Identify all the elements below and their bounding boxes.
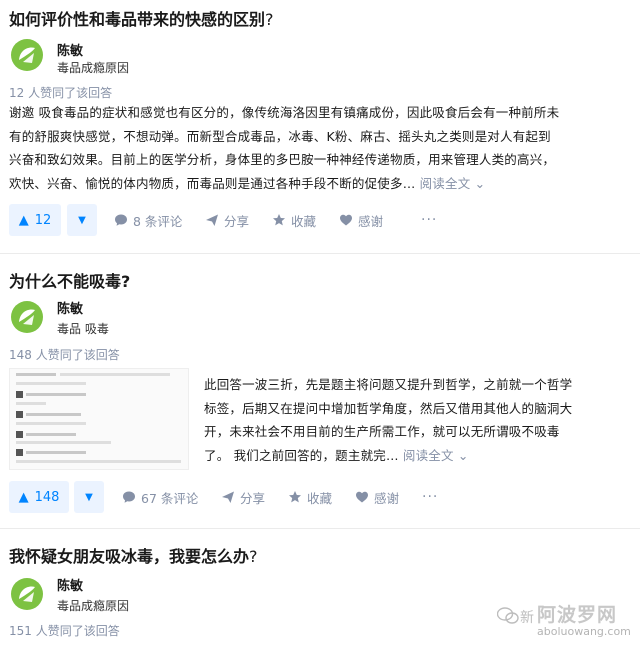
vote-count-text: 12 人赞同了该回答: [9, 86, 113, 100]
author-bio: 毒品成瘾原因: [57, 61, 130, 75]
favorite-button[interactable]: 收藏: [288, 481, 332, 513]
downvote-button[interactable]: ▼: [74, 481, 104, 513]
share-button[interactable]: 分享: [205, 204, 249, 236]
excerpt-line: 标签，后期又在提问中增加哲学角度，然后又借用其他人的脑洞大: [204, 400, 573, 416]
star-icon: [289, 491, 301, 503]
chevron-down-icon: ⌄: [474, 175, 486, 191]
excerpt-line: 兴奋和致幻效果。目前上的医学分析，身体里的多巴胺一种神经传递物质，用来管理人类的…: [9, 152, 556, 167]
question-title[interactable]: 我怀疑女朋友吸冰毒，我要怎么办?: [9, 543, 258, 567]
chevron-down-icon: ⌄: [457, 447, 469, 463]
excerpt-line: 谢邀 吸食毒品的症状和感觉也有区分的，像传统海洛因里有镇痛成份，因此吸食后会有一…: [9, 105, 560, 120]
upvote-button[interactable]: ▲ 12: [9, 204, 61, 236]
vote-count-text: 151 人赞同了该回答: [9, 624, 120, 638]
upvote-button[interactable]: ▲ 148: [9, 481, 69, 513]
author-name[interactable]: 陈敏: [57, 298, 83, 317]
comments-button[interactable]: 8 条评论: [114, 204, 182, 236]
excerpt-line: 此回答一波三折，先是题主将问题又提升到哲学，之前就一个哲学: [204, 377, 573, 392]
site-watermark: 新 阿波罗网 aboluowang.com: [497, 600, 637, 642]
excerpt-line: 欢快、兴奋、愉悦的体内物质，而毒品则是通过各种手段不断的促使多… 阅读全文 ⌄: [9, 175, 486, 191]
favorite-button[interactable]: 收藏: [272, 204, 316, 236]
excerpt-line: 有的舒服爽快感觉，不想动弹。而新型合成毒品，冰毒、K粉、麻古、摇头丸之类则是对人…: [9, 128, 551, 144]
heart-icon: [340, 214, 352, 226]
avatar[interactable]: [10, 577, 44, 611]
answer-excerpt[interactable]: 谢邀 吸食毒品的症状和感觉也有区分的，像传统海洛因里有镇痛成份，因此吸食后会有一…: [9, 101, 634, 195]
more-options-button[interactable]: ···: [421, 204, 437, 236]
downvote-button[interactable]: ▼: [67, 204, 97, 236]
question-title[interactable]: 为什么不能吸毒?: [9, 268, 130, 292]
triangle-up-icon: ▲: [18, 212, 29, 228]
divider: [0, 253, 640, 254]
wechat-icon: [497, 607, 519, 624]
vote-count-text: 148 人赞同了该回答: [9, 348, 120, 362]
watermark-site-url: aboluowang.com: [537, 625, 631, 638]
watermark-subtext: 新: [520, 610, 534, 626]
triangle-down-icon: ▼: [85, 491, 93, 503]
answer-thumbnail[interactable]: [9, 368, 189, 470]
action-bar: ▲ 148 ▼ 67 条评论 分享 收藏 感谢 ···: [9, 481, 629, 513]
author-bio: 毒品 吸毒: [57, 322, 109, 336]
comment-icon: [115, 214, 127, 226]
author-name[interactable]: 陈敏: [57, 575, 83, 594]
answer-excerpt[interactable]: 此回答一波三折，先是题主将问题又提升到哲学，之前就一个哲学 标签，后期又在提问中…: [204, 373, 634, 467]
read-more-link[interactable]: 阅读全文 ⌄: [403, 448, 469, 463]
avatar[interactable]: [10, 300, 44, 334]
more-options-button[interactable]: ···: [422, 481, 438, 513]
triangle-down-icon: ▼: [78, 214, 86, 226]
excerpt-line: 开，未来社会不用目前的生产所需工作，就可以无所谓吸不吸毒: [204, 424, 560, 439]
heart-icon: [356, 491, 368, 503]
thanks-button[interactable]: 感谢: [339, 204, 383, 236]
watermark-site-name: 阿波罗网: [537, 604, 618, 626]
avatar[interactable]: [10, 38, 44, 72]
author-name[interactable]: 陈敏: [57, 40, 83, 59]
question-title[interactable]: 如何评价性和毒品带来的快感的区别?: [9, 6, 274, 30]
action-bar: ▲ 12 ▼ 8 条评论 分享 收藏 感谢 ···: [9, 204, 629, 236]
share-button[interactable]: 分享: [221, 481, 265, 513]
star-icon: [273, 214, 285, 226]
excerpt-line: 了。 我们之前回答的，题主就完… 阅读全文 ⌄: [204, 447, 469, 463]
triangle-up-icon: ▲: [18, 489, 29, 505]
author-bio: 毒品成瘾原因: [57, 599, 130, 613]
share-icon: [206, 214, 218, 226]
comment-icon: [123, 491, 135, 503]
comments-button[interactable]: 67 条评论: [122, 481, 198, 513]
divider: [0, 528, 640, 529]
thanks-button[interactable]: 感谢: [355, 481, 399, 513]
read-more-link[interactable]: 阅读全文 ⌄: [420, 176, 486, 191]
share-icon: [222, 491, 234, 503]
